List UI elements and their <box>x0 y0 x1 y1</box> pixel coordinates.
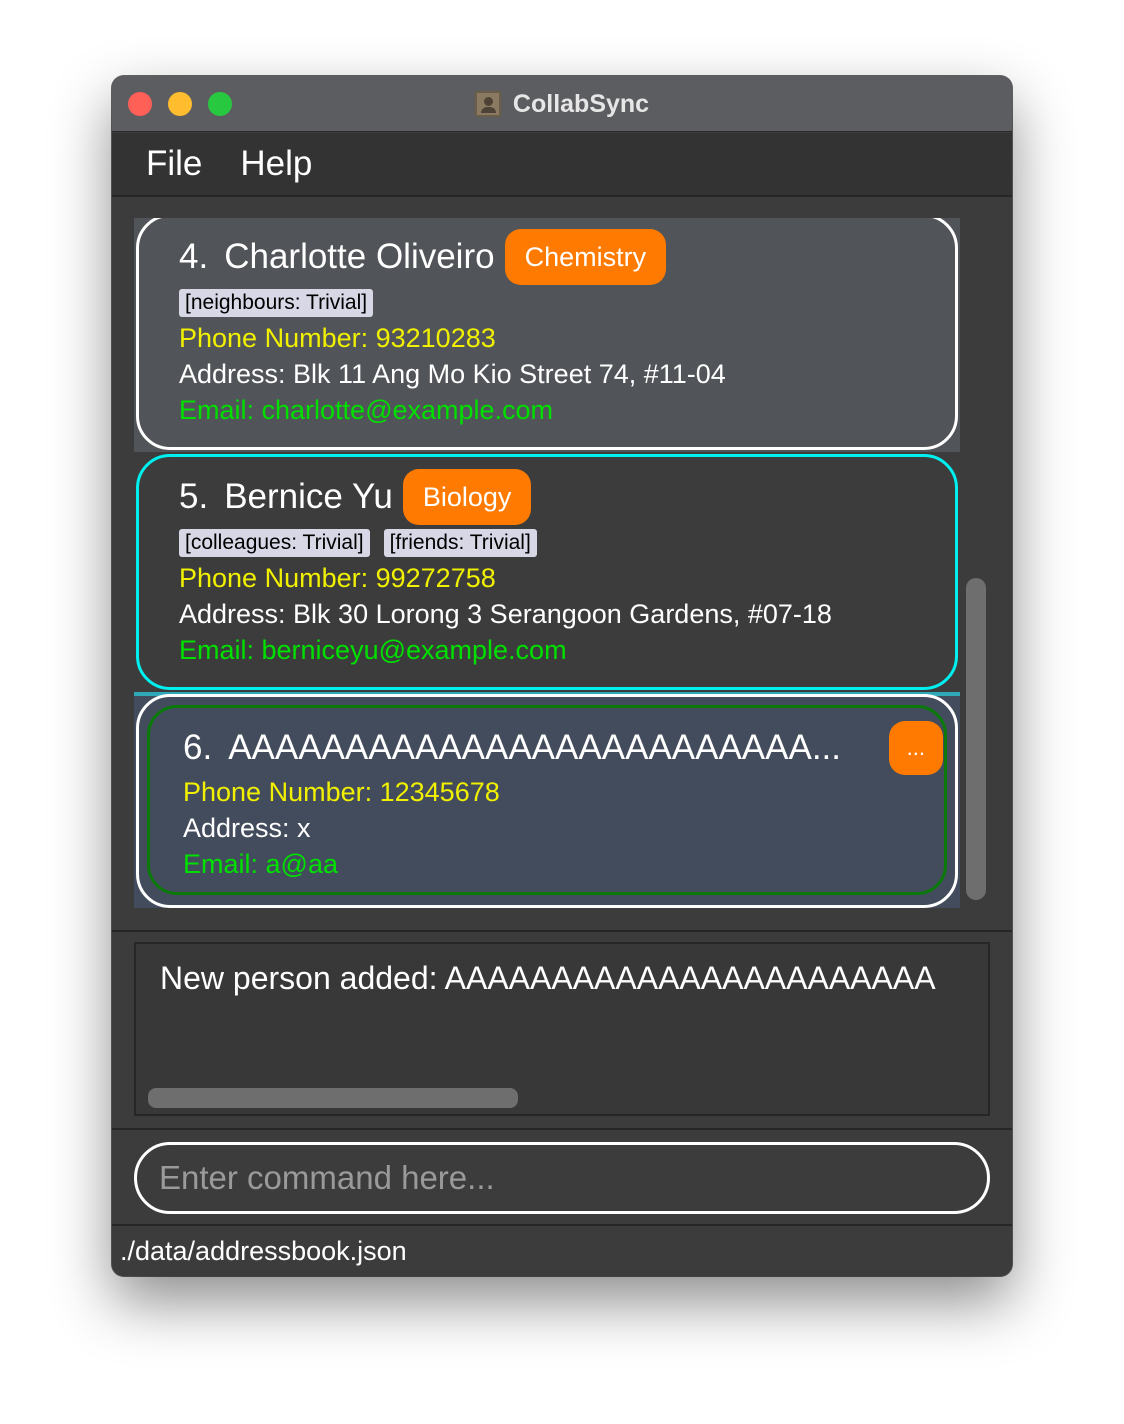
address-text: Address: x <box>183 813 311 843</box>
menu-help[interactable]: Help <box>240 144 312 184</box>
result-display: New person added: AAAAAAAAAAAAAAAAAAAAAA… <box>134 942 990 1116</box>
save-location-text: ./data/addressbook.json <box>120 1236 407 1266</box>
person-card[interactable]: 6. AAAAAAAAAAAAAAAAAAAAAAAAA... ... Phon… <box>136 694 958 908</box>
address-text: Address: Blk 30 Lorong 3 Serangoon Garde… <box>179 599 832 629</box>
title-bar: CollabSync <box>112 76 1012 132</box>
person-card-selected[interactable]: 5. Bernice Yu Biology [colleagues: Trivi… <box>136 454 958 690</box>
person-name: AAAAAAAAAAAAAAAAAAAAAAAAA... <box>228 728 841 767</box>
result-message: New person added: AAAAAAAAAAAAAAAAAAAAAA… <box>160 960 936 996</box>
app-window: CollabSync File Help 4. Charlotte Olivei… <box>112 76 1012 1276</box>
person-card[interactable]: 4. Charlotte Oliveiro Chemistry [neighbo… <box>136 218 958 450</box>
person-name: Bernice Yu <box>224 477 393 516</box>
menu-bar: File Help <box>112 133 1012 197</box>
menu-file[interactable]: File <box>146 144 202 184</box>
phone-text: Phone Number: 93210283 <box>179 323 496 353</box>
tag-label: [colleagues: Trivial] <box>179 529 370 557</box>
phone-text: Phone Number: 99272758 <box>179 563 496 593</box>
person-name: Charlotte Oliveiro <box>224 237 495 276</box>
result-scrollbar-thumb[interactable] <box>148 1088 518 1108</box>
phone-text: Phone Number: 12345678 <box>183 777 500 807</box>
address-book-icon <box>474 91 501 117</box>
status-bar: ./data/addressbook.json <box>112 1224 1012 1276</box>
email-text: Email: berniceyu@example.com <box>179 635 567 665</box>
person-index: 5. <box>179 477 209 516</box>
list-scrollbar-thumb[interactable] <box>966 578 986 900</box>
person-index: 6. <box>183 728 213 767</box>
subject-badge: Biology <box>402 469 532 525</box>
address-text: Address: Blk 11 Ang Mo Kio Street 74, #1… <box>179 359 726 389</box>
subject-badge: Chemistry <box>504 229 667 285</box>
subject-badge: ... <box>888 721 943 775</box>
window-title: CollabSync <box>512 89 650 118</box>
email-text: Email: a@aa <box>183 849 338 879</box>
email-text: Email: charlotte@example.com <box>179 395 554 425</box>
tag-label: [friends: Trivial] <box>383 529 537 557</box>
tag-label: [neighbours: Trivial] <box>179 289 374 317</box>
person-index: 4. <box>179 237 209 276</box>
person-list[interactable]: 4. Charlotte Oliveiro Chemistry [neighbo… <box>134 218 960 908</box>
command-input[interactable] <box>134 1142 990 1214</box>
